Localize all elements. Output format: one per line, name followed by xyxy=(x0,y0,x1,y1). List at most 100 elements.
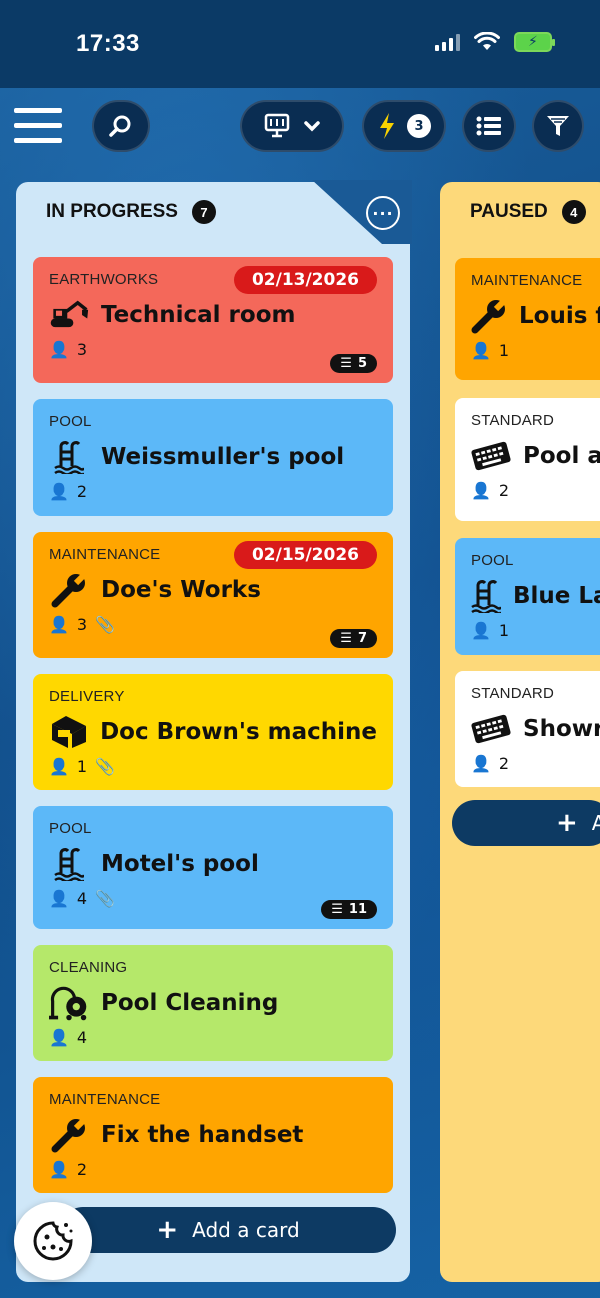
card-title: Weissmuller's pool xyxy=(101,444,345,470)
card-doc-browns-machine[interactable]: DELIVERY Doc Brown's machine 👤 1 📎 xyxy=(33,674,393,790)
lightning-icon xyxy=(380,113,394,139)
card-louis[interactable]: MAINTENANCE Louis f 👤 1 xyxy=(455,258,600,380)
search-button[interactable] xyxy=(92,100,150,152)
members-icon: 👤 xyxy=(471,341,491,360)
checklist-icon: ☰ xyxy=(340,631,352,646)
card-blue-la[interactable]: POOL Blue La 👤 1 xyxy=(455,538,600,655)
due-date-badge: 02/13/2026 xyxy=(233,266,377,294)
members-count: 1 xyxy=(498,341,510,360)
signal-icon xyxy=(435,33,460,51)
add-card-button[interactable]: + Add a card xyxy=(60,1207,396,1253)
attachment-icon: 📎 xyxy=(95,615,116,634)
card-title: Technical room xyxy=(101,302,296,328)
card-fix-the-handset[interactable]: MAINTENANCE Fix the handset 👤 2 xyxy=(33,1077,393,1193)
card-title: Showr xyxy=(523,716,600,742)
board-view-icon xyxy=(264,113,290,138)
keyboard-icon xyxy=(471,439,511,473)
column-title: PAUSED xyxy=(470,201,548,222)
card-type: POOL xyxy=(49,820,92,837)
members-count: 2 xyxy=(76,482,88,501)
card-title: Motel's pool xyxy=(101,851,259,877)
card-title: Pool a xyxy=(523,443,600,469)
quick-actions-count: 3 xyxy=(407,114,431,138)
card-title: Doe's Works xyxy=(101,577,261,603)
checklist-count: 5 xyxy=(357,356,367,371)
card-title: Pool Cleaning xyxy=(101,990,279,1016)
board-toolbar: 3 xyxy=(0,100,600,160)
checklist-count: 11 xyxy=(348,902,367,917)
members-count: 3 xyxy=(76,615,88,634)
wrench-icon xyxy=(49,572,89,608)
members-count: 4 xyxy=(76,889,88,908)
search-icon xyxy=(109,115,131,137)
chevron-down-icon xyxy=(304,121,320,132)
members-icon: 👤 xyxy=(49,482,69,501)
status-bar: 17:33 ⚡ xyxy=(0,0,600,88)
due-date-badge: 02/15/2026 xyxy=(233,541,377,569)
members-count: 2 xyxy=(76,1160,88,1179)
plus-icon: + xyxy=(156,1215,179,1245)
cookie-settings-button[interactable] xyxy=(14,1202,92,1280)
wrench-icon xyxy=(471,298,507,334)
checklist-badge: ☰ 11 xyxy=(321,900,377,919)
pool-ladder-icon xyxy=(49,847,89,881)
filter-icon xyxy=(547,116,569,136)
card-type: CLEANING xyxy=(49,959,128,976)
column-more-button[interactable]: ··· xyxy=(366,196,400,230)
members-icon: 👤 xyxy=(471,481,491,500)
members-icon: 👤 xyxy=(49,615,69,634)
card-type: STANDARD xyxy=(471,685,554,702)
column-title: IN PROGRESS xyxy=(46,201,178,222)
pool-ladder-icon xyxy=(471,579,501,613)
wifi-icon xyxy=(474,32,500,50)
excavator-icon xyxy=(49,298,89,332)
card-type: POOL xyxy=(49,413,92,430)
card-type: STANDARD xyxy=(471,412,554,429)
card-pool-a[interactable]: STANDARD Pool a 👤 2 xyxy=(455,398,600,521)
members-icon: 👤 xyxy=(49,1028,69,1047)
vacuum-icon xyxy=(49,986,89,1021)
wrench-icon xyxy=(49,1117,89,1153)
checklist-badge: ☰ 7 xyxy=(330,629,377,648)
members-count: 2 xyxy=(498,754,510,773)
cookie-icon xyxy=(33,1221,73,1261)
status-icons: ⚡ xyxy=(435,32,555,52)
plus-icon: + xyxy=(556,808,578,838)
card-type: POOL xyxy=(471,552,514,569)
card-motels-pool[interactable]: POOL Motel's pool 👤 4 📎 ☰ 11 xyxy=(33,806,393,929)
card-showr[interactable]: STANDARD Showr 👤 2 xyxy=(455,671,600,787)
menu-button[interactable] xyxy=(14,108,62,148)
delivery-box-icon xyxy=(49,715,88,749)
list-view-button[interactable] xyxy=(462,100,516,152)
add-card-label: Add a card xyxy=(192,1218,300,1242)
card-title: Doc Brown's machine xyxy=(100,719,377,745)
checklist-icon: ☰ xyxy=(331,902,343,917)
add-card-label: A xyxy=(591,811,600,835)
card-title: Blue La xyxy=(513,583,600,609)
card-pool-cleaning[interactable]: CLEANING Pool Cleaning 👤 4 xyxy=(33,945,393,1061)
attachment-icon: 📎 xyxy=(95,889,116,908)
attachment-icon: 📎 xyxy=(95,757,116,776)
card-does-works[interactable]: MAINTENANCE 02/15/2026 Doe's Works 👤 3 📎… xyxy=(33,532,393,658)
checklist-badge: ☰ 5 xyxy=(330,354,377,373)
members-icon: 👤 xyxy=(49,889,69,908)
more-options-icon: ··· xyxy=(372,203,394,223)
members-icon: 👤 xyxy=(471,621,491,640)
card-type: MAINTENANCE xyxy=(471,272,583,289)
column-count-badge: 7 xyxy=(191,200,216,224)
members-icon: 👤 xyxy=(49,757,69,776)
card-weissmullers-pool[interactable]: POOL Weissmuller's pool 👤 2 xyxy=(33,399,393,516)
status-time: 17:33 xyxy=(76,30,140,57)
quick-actions-button[interactable]: 3 xyxy=(362,100,446,152)
card-type: DELIVERY xyxy=(49,688,125,705)
pool-ladder-icon xyxy=(49,440,89,474)
view-selector-button[interactable] xyxy=(240,100,344,152)
members-count: 4 xyxy=(76,1028,88,1047)
card-type: MAINTENANCE xyxy=(49,1091,161,1108)
filter-button[interactable] xyxy=(532,100,584,152)
keyboard-icon xyxy=(471,712,511,746)
members-icon: 👤 xyxy=(49,1160,69,1179)
card-technical-room[interactable]: EARTHWORKS 02/13/2026 Technical room 👤 3… xyxy=(33,257,393,383)
column-header: IN PROGRESS 7 xyxy=(46,200,216,224)
add-card-button-paused[interactable]: + A xyxy=(452,800,600,846)
